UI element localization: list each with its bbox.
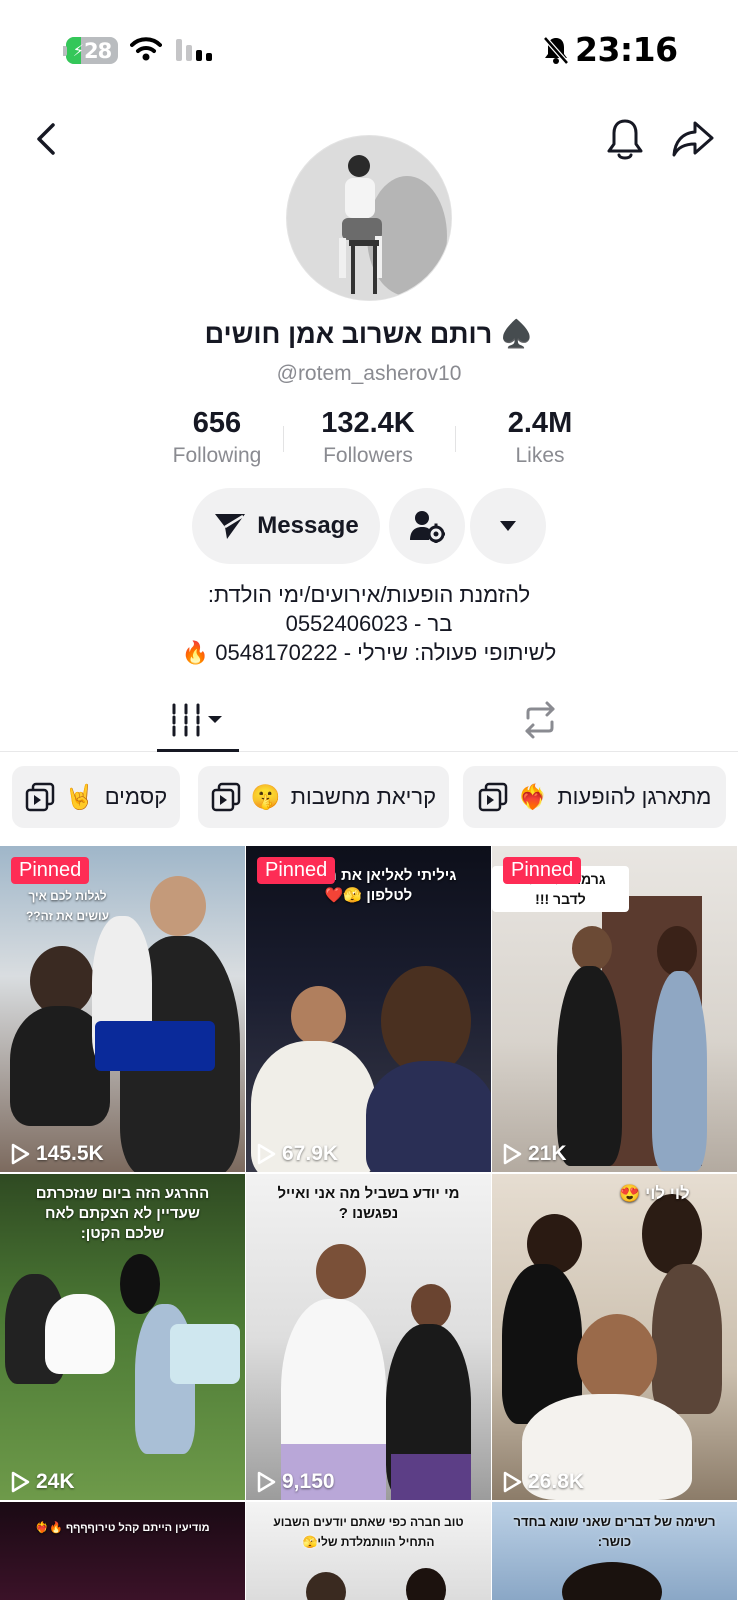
profile-stats: 656 Following 132.4K Followers 2.4M Like… [140,407,600,468]
play-icon [257,1471,276,1493]
playlist-stack-icon [211,782,241,812]
bell-icon [607,119,643,160]
view-count: 24K [36,1470,75,1493]
following-count: 656 [192,407,242,439]
stat-divider [455,426,456,452]
caret-down-icon [500,521,516,531]
followers-stat[interactable]: 132.4K Followers [298,407,438,468]
play-icon [257,1143,276,1165]
playlist-chip[interactable]: קריאת מחשבות 🤫 [198,766,449,828]
play-icon [503,1471,522,1493]
playlist-label: קריאת מחשבות [290,784,437,809]
active-tab-indicator [157,749,239,752]
content-tabs [0,688,738,752]
play-icon [11,1471,30,1493]
tab-videos[interactable] [157,688,239,752]
playlists-row: מתארגן להופעות ❤️‍🔥 קריאת מחשבות 🤫 קסמים… [0,766,738,830]
playlist-emoji: 🤫 [250,783,281,811]
user-settings-icon [410,511,445,543]
tab-reposts[interactable] [502,688,578,752]
share-button[interactable] [668,112,718,166]
playlist-chip[interactable]: מתארגן להופעות ❤️‍🔥 [463,766,726,828]
video-caption: טוב חברה כפי שאתם יודעים השבוע התחיל הוו… [273,1515,464,1549]
message-button-label: Message [257,512,359,539]
chevron-left-icon [37,123,55,155]
video-caption: לוי לוי 😍 [619,1184,690,1203]
video-caption: ההרגע הזה ביום שנזכרתם שעדיין לא הצקתם ל… [35,1185,210,1242]
view-count: 145.5K [36,1142,104,1165]
cellular-signal-icon [176,39,212,61]
bio-line: להזמנת הופעות/אירועים/ימי הולדת: [207,582,531,607]
video-tile[interactable]: ההרגע הזה ביום שנזכרתם שעדיין לא הצקתם ל… [0,1174,245,1500]
username: @rotem_asherov10 [276,362,462,385]
avatar-photo [287,136,451,300]
video-tile[interactable]: גרמתי להצליח לדבר !!! Pinned 21K [492,846,737,1172]
video-caption: רשימה של דברים שאני שונא בחדר כושר: [513,1514,716,1549]
playlist-stack-icon [478,782,507,812]
view-count: 67.9K [282,1142,339,1165]
video-tile[interactable]: מי יודע בשביל מה אני ואייל נפגשנו ? 9,15… [246,1174,491,1500]
battery-icon: ⚡ 28 [66,37,118,64]
playlist-stack-icon [25,782,55,812]
charging-bolt-icon: ⚡ [72,41,84,60]
followers-count: 132.4K [321,407,415,439]
bio-line: לשיתופי פעולה: שירלי - 0548170222 🔥 [181,640,557,665]
video-caption: לגלות לכם איך עושים את זה?? [25,889,110,923]
likes-label: Likes [515,443,565,467]
video-caption: מי יודע בשביל מה אני ואייל נפגשנו ? [277,1185,460,1222]
playlist-label: קסמים [104,784,168,809]
battery-percent: 28 [84,38,112,63]
video-tile[interactable]: רשימה של דברים שאני שונא בחדר כושר: [492,1502,737,1600]
wifi-icon [130,37,162,61]
profile-actions: Message [0,488,738,564]
playlist-emoji: 🤘 [64,783,95,811]
likes-stat[interactable]: 2.4M Likes [470,407,610,468]
view-count: 21K [528,1142,567,1165]
view-count: 26.8K [528,1470,585,1493]
video-caption: מודיעין הייתם קהל טירוףףףף 🔥❤️‍🔥 [35,1522,210,1534]
video-grid-icon [172,703,222,737]
video-tile[interactable]: לוי לוי 😍 26.8K [492,1174,737,1500]
playlist-chip[interactable]: קסמים 🤘 [12,766,180,828]
bio-line: בר - 0552406023 [285,611,453,636]
stat-divider [283,426,284,452]
avatar[interactable] [286,135,452,301]
follow-settings-button[interactable] [389,488,465,564]
pinned-badge: Pinned [11,857,90,884]
send-icon [215,514,246,539]
silent-mode-bell-icon [543,36,569,65]
play-icon [11,1143,30,1165]
back-button[interactable] [24,114,68,164]
play-icon [503,1143,522,1165]
likes-count: 2.4M [507,407,573,439]
bio: להזמנת הופעות/אירועים/ימי הולדת: בר - 05… [0,580,738,667]
pinned-badge: Pinned [257,857,336,884]
more-options-dropdown-button[interactable] [470,488,546,564]
playlist-label: מתארגן להופעות [557,784,712,809]
video-tile[interactable]: גיליתי לאליאן את הסיסמא לטלפון 🫣❤️ Pinne… [246,846,491,1172]
video-tile[interactable]: לגלות לכם איך עושים את זה?? Pinned 145.5… [0,846,245,1172]
following-stat[interactable]: 656 Following [147,407,287,468]
followers-label: Followers [323,443,413,467]
display-name: ♠️ רותם אשרוב אמן חושים [204,319,534,349]
tab-dropdown-caret [208,716,222,723]
clock: 23:16 [575,30,678,69]
notifications-button[interactable] [600,112,650,166]
following-label: Following [172,443,262,467]
pinned-badge: Pinned [503,857,582,884]
share-arrow-icon [672,121,714,157]
status-bar: ⚡ 28 23:16 [0,0,738,100]
playlist-emoji: ❤️‍🔥 [517,783,548,811]
video-tile[interactable]: טוב חברה כפי שאתם יודעים השבוע התחיל הוו… [246,1502,491,1600]
battery-tip [63,46,67,56]
repost-icon [525,701,555,739]
view-count: 9,150 [282,1470,335,1493]
message-button[interactable]: Message [192,488,380,564]
video-tile[interactable]: מודיעין הייתם קהל טירוףףףף 🔥❤️‍🔥 [0,1502,245,1600]
